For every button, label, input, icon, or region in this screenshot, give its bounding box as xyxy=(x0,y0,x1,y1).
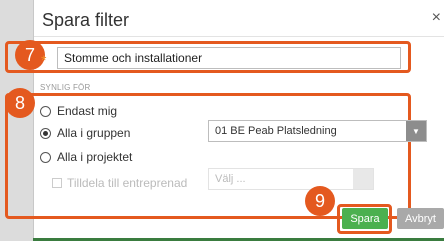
group-select[interactable]: 01 BE Peab Platsledning ▼ xyxy=(208,120,427,142)
checkbox-icon xyxy=(52,178,62,188)
filter-name-input[interactable] xyxy=(57,47,401,69)
contractor-select: Välj ... xyxy=(208,168,374,190)
radio-all-in-group[interactable]: Alla i gruppen xyxy=(40,126,130,140)
cancel-button[interactable]: Avbryt xyxy=(397,208,444,229)
visibility-section-label: SYNLIG FÖR xyxy=(40,83,91,92)
chevron-down-icon xyxy=(353,169,373,189)
radio-only-me[interactable]: Endast mig xyxy=(40,104,117,118)
radio-checked-icon[interactable] xyxy=(40,127,51,139)
step-badge-8: 8 xyxy=(5,88,35,118)
close-icon[interactable]: × xyxy=(432,10,441,26)
radio-label: Endast mig xyxy=(57,104,118,118)
assign-to-contractor-label: Tilldela till entreprenad xyxy=(67,176,188,190)
radio-icon[interactable] xyxy=(40,105,51,117)
dialog-header: Spara filter × xyxy=(34,0,444,37)
assign-to-contractor-row: Tilldela till entreprenad xyxy=(40,176,187,190)
chevron-down-icon[interactable]: ▼ xyxy=(406,121,426,141)
group-select-value: 01 BE Peab Platsledning xyxy=(215,125,337,137)
contractor-select-placeholder: Välj ... xyxy=(215,173,246,185)
save-button[interactable]: Spara xyxy=(342,208,388,229)
radio-icon[interactable] xyxy=(40,151,51,163)
required-star-icon: * xyxy=(41,52,47,68)
radio-label: Alla i gruppen xyxy=(57,126,131,140)
step-badge-9: 9 xyxy=(305,186,335,216)
dialog-title: Spara filter xyxy=(42,10,130,30)
radio-all-in-project[interactable]: Alla i projektet xyxy=(40,150,132,164)
radio-label: Alla i projektet xyxy=(57,150,133,164)
